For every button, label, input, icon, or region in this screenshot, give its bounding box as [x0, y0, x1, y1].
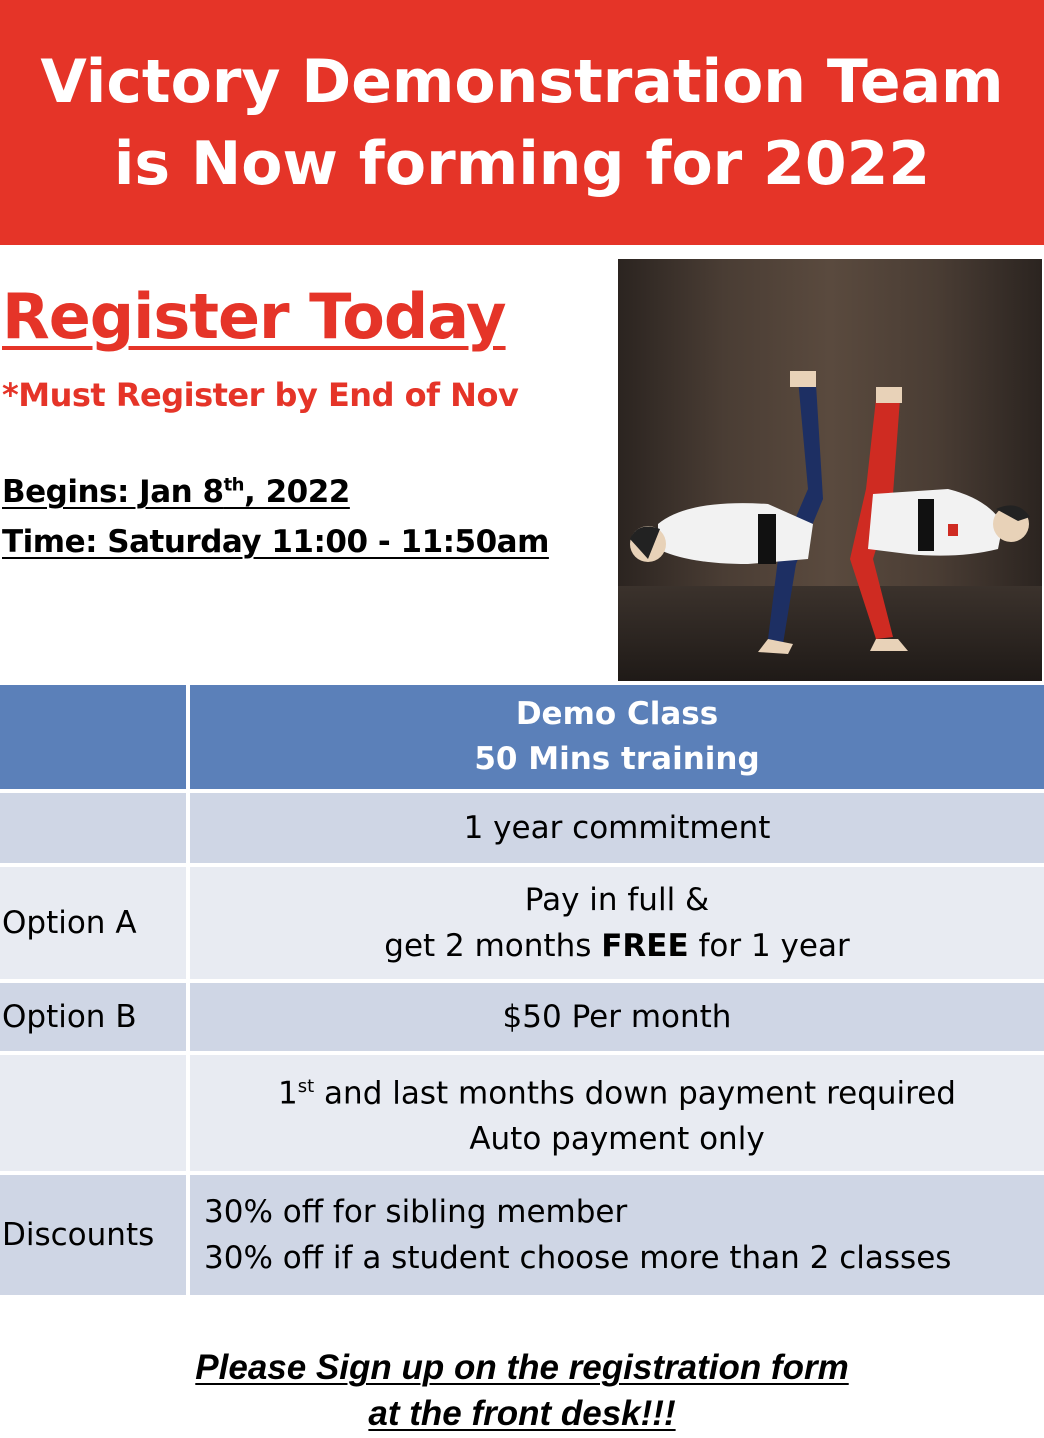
- begins-ordinal: th: [223, 474, 245, 496]
- payment-terms: 1st and last months down payment require…: [188, 1053, 1044, 1175]
- signup-instruction: Please Sign up on the registration form …: [0, 1345, 1044, 1437]
- option-a-line-2: get 2 months FREE for 1 year: [190, 923, 1044, 969]
- payment-line-2: Auto payment only: [469, 1121, 765, 1158]
- header-training-length: 50 Mins training: [474, 741, 760, 777]
- discounts-value: 30% off for sibling member 30% off if a …: [188, 1173, 1044, 1299]
- pricing-table: Demo Class 50 Mins training 1 year commi…: [0, 685, 1044, 1299]
- signup-line-1: Please Sign up on the registration form: [195, 1348, 849, 1387]
- discount-multi-class: 30% off if a student choose more than 2 …: [204, 1240, 952, 1276]
- kicking-athletes-illustration: [630, 371, 1030, 654]
- table-row: Option A Pay in full & get 2 months FREE…: [0, 865, 1044, 983]
- table-row: Option B $50 Per month: [0, 981, 1044, 1055]
- class-time: Time: Saturday 11:00 - 11:50am: [2, 524, 549, 560]
- begins-prefix: Begins: Jan 8: [2, 474, 224, 510]
- banner-title-line-1: Victory Demonstration Team: [40, 46, 1004, 117]
- option-b-label: Option B: [0, 981, 190, 1055]
- signup-line-2: at the front desk!!!: [368, 1394, 676, 1433]
- option-a-free: FREE: [601, 928, 689, 964]
- commitment-label-cell: [0, 791, 190, 867]
- table-header-row: Demo Class 50 Mins training: [0, 685, 1044, 793]
- payment-ordinal-number: 1: [278, 1075, 298, 1112]
- option-a-line-2-pre: get 2 months: [384, 928, 602, 964]
- table-row: 1st and last months down payment require…: [0, 1053, 1044, 1175]
- registration-deadline: *Must Register by End of Nov: [2, 376, 519, 414]
- payment-ordinal-suffix: st: [297, 1075, 315, 1097]
- option-a-value: Pay in full & get 2 months FREE for 1 ye…: [188, 865, 1044, 983]
- banner-title-line-2: is Now forming for 2022: [113, 128, 931, 199]
- payment-line-1-rest: and last months down payment required: [314, 1075, 956, 1112]
- payment-label-cell: [0, 1053, 190, 1175]
- taekwondo-kick-photo: [618, 259, 1042, 681]
- option-a-line-1: Pay in full &: [524, 882, 710, 918]
- table-row: Discounts 30% off for sibling member 30%…: [0, 1173, 1044, 1299]
- option-b-value: $50 Per month: [188, 981, 1044, 1055]
- table-row: 1 year commitment: [0, 791, 1044, 867]
- commitment-value: 1 year commitment: [188, 791, 1044, 867]
- option-a-line-2-post: for 1 year: [688, 928, 850, 964]
- begins-date: Begins: Jan 8th, 2022: [2, 474, 350, 510]
- register-today-heading: Register Today: [2, 280, 507, 353]
- header-demo-class: Demo Class: [515, 696, 719, 732]
- header-empty-cell: [0, 685, 190, 793]
- begins-suffix: , 2022: [244, 474, 350, 510]
- header-demo-class-cell: Demo Class 50 Mins training: [188, 685, 1044, 793]
- payment-line-1: 1st and last months down payment require…: [190, 1064, 1044, 1116]
- header-banner: Victory Demonstration Team is Now formin…: [0, 0, 1044, 245]
- option-a-label: Option A: [0, 865, 190, 983]
- discounts-label: Discounts: [0, 1173, 190, 1299]
- discount-sibling: 30% off for sibling member: [204, 1194, 628, 1230]
